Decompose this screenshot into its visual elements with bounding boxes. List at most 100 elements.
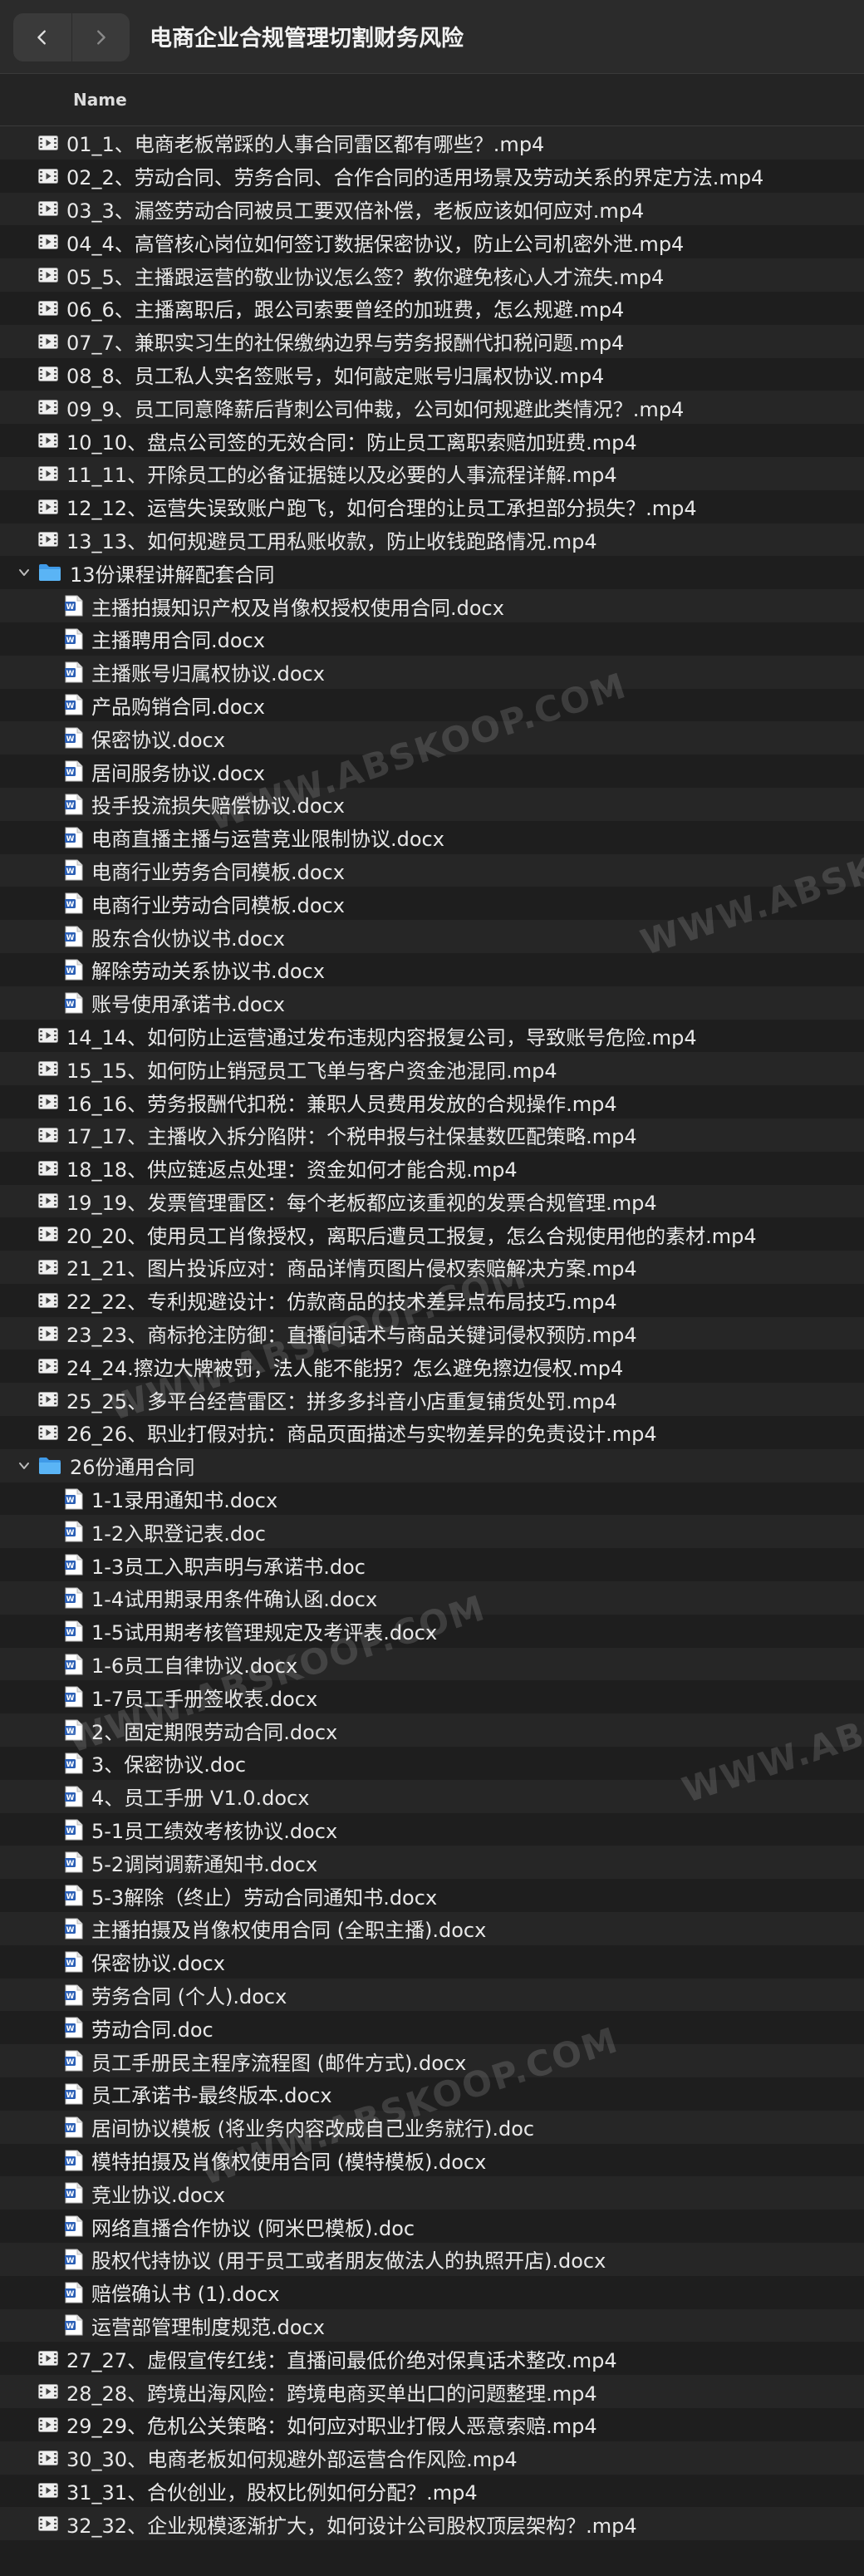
- video-file-icon: [38, 2384, 58, 2400]
- file-row[interactable]: 09_9、员工同意降薪后背刺公司仲裁，公司如何规避此类情况？.mp4: [0, 391, 864, 425]
- forward-button[interactable]: [71, 13, 130, 61]
- file-row[interactable]: W 电商行业劳动合同模板.docx: [0, 887, 864, 920]
- file-row[interactable]: W 居间服务协议.docx: [0, 755, 864, 788]
- file-row[interactable]: 23_23、商标抢注防御：直播间话术与商品关键词侵权预防.mp4: [0, 1316, 864, 1350]
- file-row[interactable]: 29_29、危机公关策略：如何应对职业打假人恶意索赔.mp4: [0, 2408, 864, 2441]
- file-row[interactable]: W 3、保密协议.doc: [0, 1747, 864, 1780]
- word-doc-icon: W: [65, 1587, 83, 1609]
- file-row[interactable]: W 账号使用承诺书.docx: [0, 986, 864, 1020]
- file-row[interactable]: W 员工手册民主程序流程图 (邮件方式).docx: [0, 2044, 864, 2078]
- file-row[interactable]: W 解除劳动关系协议书.docx: [0, 953, 864, 986]
- file-row[interactable]: 01_1、电商老板常踩的人事合同雷区都有哪些？.mp4: [0, 126, 864, 160]
- file-row[interactable]: 02_2、劳动合同、劳务合同、合作合同的适用场景及劳动关系的界定方法.mp4: [0, 160, 864, 193]
- file-name: 1-6员工自律协议.docx: [91, 1654, 298, 1679]
- file-row[interactable]: 05_5、主播跟运营的敬业协议怎么签？教你避免核心人才流失.mp4: [0, 258, 864, 292]
- file-name: 解除劳动关系协议书.docx: [91, 960, 325, 984]
- file-row[interactable]: W 主播账号归属权协议.docx: [0, 655, 864, 689]
- file-row[interactable]: W 1-4试用期录用条件确认函.docx: [0, 1581, 864, 1615]
- file-name: 投手投流损失赔偿协议.docx: [91, 794, 345, 819]
- file-name: 运营部管理制度规范.docx: [91, 2315, 325, 2339]
- file-row[interactable]: 27_27、虚假宣传红线：直播间最低价绝对保真话术整改.mp4: [0, 2342, 864, 2375]
- file-row[interactable]: 10_10、盘点公司签的无效合同：防止员工离职索赔加班费.mp4: [0, 424, 864, 457]
- file-row[interactable]: 12_12、运营失误致账户跑飞，如何合理的让员工承担部分损失？.mp4: [0, 490, 864, 524]
- file-row[interactable]: 11_11、开除员工的必备证据链以及必要的人事流程详解.mp4: [0, 456, 864, 490]
- word-doc-icon: W: [65, 827, 83, 848]
- file-row[interactable]: W 主播聘用合同.docx: [0, 622, 864, 656]
- file-row[interactable]: 04_4、高管核心岗位如何签订数据保密协议，防止公司机密外泄.mp4: [0, 225, 864, 258]
- file-row[interactable]: 06_6、主播离职后，跟公司索要曾经的加班费，怎么规避.mp4: [0, 292, 864, 325]
- file-row[interactable]: 13_13、如何规避员工用私账收款，防止收钱跑路情况.mp4: [0, 523, 864, 557]
- file-row[interactable]: 07_7、兼职实习生的社保缴纳边界与劳务报酬代扣税问题.mp4: [0, 324, 864, 358]
- file-row[interactable]: W 股东合伙协议书.docx: [0, 920, 864, 953]
- file-name: 13_13、如何规避员工用私账收款，防止收钱跑路情况.mp4: [66, 529, 597, 553]
- file-row[interactable]: W 1-7员工手册签收表.docx: [0, 1680, 864, 1713]
- file-list: 01_1、电商老板常踩的人事合同雷区都有哪些？.mp4 02_2、劳动合同、劳务合…: [0, 126, 864, 2541]
- file-row[interactable]: W 保密协议.docx: [0, 1945, 864, 1979]
- file-row[interactable]: 18_18、供应链返点处理：资金如何才能合规.mp4: [0, 1152, 864, 1185]
- file-row[interactable]: W 产品购销合同.docx: [0, 689, 864, 722]
- file-row[interactable]: W 5-2调岗调薪通知书.docx: [0, 1846, 864, 1880]
- folder-row[interactable]: 13份课程讲解配套合同: [0, 556, 864, 589]
- svg-text:W: W: [66, 1794, 75, 1802]
- word-doc-icon: W: [65, 727, 83, 749]
- file-row[interactable]: W 1-3员工入职声明与承诺书.doc: [0, 1548, 864, 1581]
- folder-row[interactable]: 26份通用合同: [0, 1448, 864, 1482]
- file-name: 05_5、主播跟运营的敬业协议怎么签？教你避免核心人才流失.mp4: [66, 265, 665, 289]
- file-name: 1-5试用期考核管理规定及考评表.docx: [91, 1621, 438, 1645]
- back-button[interactable]: [13, 13, 71, 61]
- file-row[interactable]: W 1-1录用通知书.docx: [0, 1482, 864, 1516]
- file-row[interactable]: 16_16、劳务报酬代扣税：兼职人员费用发放的合规操作.mp4: [0, 1085, 864, 1118]
- column-header-name[interactable]: Name: [0, 74, 864, 126]
- video-file-icon: [38, 2483, 58, 2499]
- file-name: 模特拍摄及肖像权使用合同 (模特模板).docx: [91, 2151, 487, 2174]
- file-row[interactable]: W 竞业协议.docx: [0, 2176, 864, 2210]
- file-row[interactable]: W 4、员工手册 V1.0.docx: [0, 1779, 864, 1813]
- file-row[interactable]: W 赔偿确认书 (1).docx: [0, 2276, 864, 2309]
- file-row[interactable]: 20_20、使用员工肖像授权，离职后遭员工报复，怎么合规使用他的素材.mp4: [0, 1217, 864, 1251]
- file-row[interactable]: W 劳动合同.doc: [0, 2011, 864, 2044]
- word-doc-icon: W: [65, 694, 83, 715]
- file-row[interactable]: W 股权代持协议 (用于员工或者朋友做法人的执照开店).docx: [0, 2243, 864, 2276]
- file-row[interactable]: W 1-5试用期考核管理规定及考评表.docx: [0, 1615, 864, 1648]
- file-row[interactable]: W 1-6员工自律协议.docx: [0, 1647, 864, 1681]
- file-row[interactable]: 15_15、如何防止销冠员工飞单与客户资金池混同.mp4: [0, 1052, 864, 1086]
- file-row[interactable]: 14_14、如何防止运营通过发布违规内容报复公司，导致账号危险.mp4: [0, 1020, 864, 1053]
- window-title: 电商企业合规管理切割财务风险: [150, 26, 464, 52]
- file-row[interactable]: W 1-2入职登记表.doc: [0, 1515, 864, 1549]
- file-row[interactable]: 24_24.擦边大牌被罚，法人能不能拐？怎么避免擦边侵权.mp4: [0, 1349, 864, 1383]
- file-row[interactable]: 26_26、职业打假对抗：商品页面描述与实物差异的免责设计.mp4: [0, 1416, 864, 1449]
- file-row[interactable]: 28_28、跨境出海风险：跨境电商买单出口的问题整理.mp4: [0, 2375, 864, 2408]
- video-file-icon: [38, 465, 58, 481]
- file-name: 账号使用承诺书.docx: [91, 993, 285, 1017]
- file-row[interactable]: W 投手投流损失赔偿协议.docx: [0, 787, 864, 821]
- file-row[interactable]: 25_25、多平台经营雷区：拼多多抖音小店重复铺货处罚.mp4: [0, 1383, 864, 1417]
- file-row[interactable]: 22_22、专利规避设计：仿款商品的技术差异点布局技巧.mp4: [0, 1284, 864, 1317]
- file-row[interactable]: 17_17、主播收入拆分陷阱：个税申报与社保基数匹配策略.mp4: [0, 1118, 864, 1152]
- file-row[interactable]: W 5-1员工绩效考核协议.docx: [0, 1813, 864, 1846]
- file-row[interactable]: W 2、固定期限劳动合同.docx: [0, 1713, 864, 1748]
- file-row[interactable]: 08_8、员工私人实名签账号，如何敲定账号归属权协议.mp4: [0, 358, 864, 391]
- word-doc-icon: W: [65, 2116, 83, 2138]
- file-row[interactable]: W 网络直播合作协议 (阿米巴模板).doc: [0, 2210, 864, 2243]
- file-row[interactable]: W 保密协议.docx: [0, 721, 864, 755]
- file-row[interactable]: 03_3、漏签劳动合同被员工要双倍补偿，老板应该如何应对.mp4: [0, 192, 864, 226]
- file-row[interactable]: 30_30、电商老板如何规避外部运营合作风险.mp4: [0, 2441, 864, 2475]
- file-row[interactable]: 32_32、企业规模逐渐扩大，如何设计公司股权顶层架构？.mp4: [0, 2507, 864, 2541]
- file-row[interactable]: 19_19、发票管理雷区：每个老板都应该重视的发票合规管理.mp4: [0, 1184, 864, 1218]
- file-row[interactable]: W 劳务合同 (个人).docx: [0, 1978, 864, 2012]
- video-file-icon: [38, 1325, 58, 1341]
- file-row[interactable]: W 员工承诺书-最终版本.docx: [0, 2077, 864, 2111]
- file-row[interactable]: 31_31、合伙创业，股权比例如何分配？.mp4: [0, 2475, 864, 2508]
- disclosure-chevron-down-icon[interactable]: [17, 1458, 32, 1473]
- disclosure-chevron-down-icon[interactable]: [17, 565, 32, 580]
- word-doc-icon: W: [65, 1488, 83, 1510]
- file-row[interactable]: W 电商直播主播与运营竞业限制协议.docx: [0, 821, 864, 854]
- file-row[interactable]: W 运营部管理制度规范.docx: [0, 2308, 864, 2342]
- file-row[interactable]: W 居间协议模板 (将业务内容改成自己业务就行).doc: [0, 2110, 864, 2144]
- file-row[interactable]: W 5-3解除（终止）劳动合同通知书.docx: [0, 1879, 864, 1912]
- file-row[interactable]: 21_21、图片投诉应对：商品详情页图片侵权索赔解决方案.mp4: [0, 1251, 864, 1284]
- file-row[interactable]: W 主播拍摄知识产权及肖像权授权使用合同.docx: [0, 589, 864, 622]
- file-row[interactable]: W 电商行业劳务合同模板.docx: [0, 853, 864, 887]
- file-row[interactable]: W 模特拍摄及肖像权使用合同 (模特模板).docx: [0, 2144, 864, 2177]
- file-row[interactable]: W 主播拍摄及肖像权使用合同 (全职主播).docx: [0, 1912, 864, 1945]
